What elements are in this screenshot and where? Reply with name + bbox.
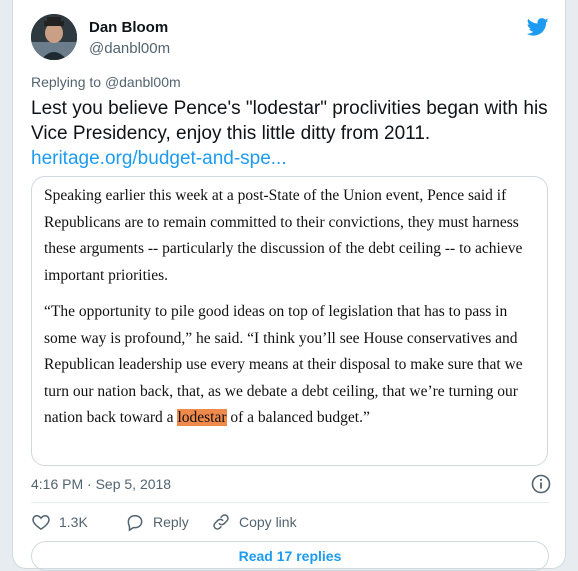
replying-handle-link[interactable]: @danbl00m <box>105 74 181 90</box>
reply-label: Reply <box>153 514 189 530</box>
copy-link-label: Copy link <box>239 514 297 530</box>
twitter-bird-icon[interactable] <box>525 16 551 38</box>
author-handle[interactable]: @danbl00m <box>89 40 170 57</box>
quote-text: Speaking earlier this week at a post-Sta… <box>44 183 536 442</box>
highlighted-word: lodestar <box>177 409 227 426</box>
like-count: 1.3K <box>59 514 88 530</box>
replying-prefix: Replying to <box>31 74 102 90</box>
avatar[interactable] <box>31 14 77 60</box>
info-icon[interactable] <box>531 474 551 494</box>
quote-paragraph-2: “The opportunity to pile good ideas on t… <box>44 299 536 432</box>
copy-link-button[interactable]: Copy link <box>211 512 297 532</box>
quote-image[interactable]: Speaking earlier this week at a post-Sta… <box>31 176 548 466</box>
heart-icon <box>32 514 50 530</box>
quote-paragraph-2-end: of a balanced budget.” <box>226 409 370 426</box>
timestamp[interactable]: 4:16 PM · Sep 5, 2018 <box>31 476 171 492</box>
tweet-link[interactable]: heritage.org/budget-and-spe... <box>31 146 551 171</box>
tweet-text: Lest you believe Pence's "lodestar" proc… <box>31 96 551 171</box>
tweet-header: Dan Bloom @danbl00m <box>31 14 551 62</box>
person-avatar-icon <box>31 14 77 60</box>
reply-button[interactable]: Reply <box>125 512 189 532</box>
tweet-card: Dan Bloom @danbl00m Replying to @danbl00… <box>12 0 566 571</box>
reply-icon <box>127 515 143 532</box>
author-name[interactable]: Dan Bloom <box>89 19 168 36</box>
divider <box>31 502 549 503</box>
tweet-body: Lest you believe Pence's "lodestar" proc… <box>31 98 548 144</box>
like-button[interactable]: 1.3K <box>31 512 88 532</box>
quote-paragraph-1: Speaking earlier this week at a post-Sta… <box>44 187 523 284</box>
link-icon <box>213 514 229 530</box>
replying-to: Replying to @danbl00m <box>31 74 181 90</box>
read-replies-button[interactable]: Read 17 replies <box>31 541 549 571</box>
quote-paragraph-2-start: “The opportunity to pile good ideas on t… <box>44 303 523 426</box>
